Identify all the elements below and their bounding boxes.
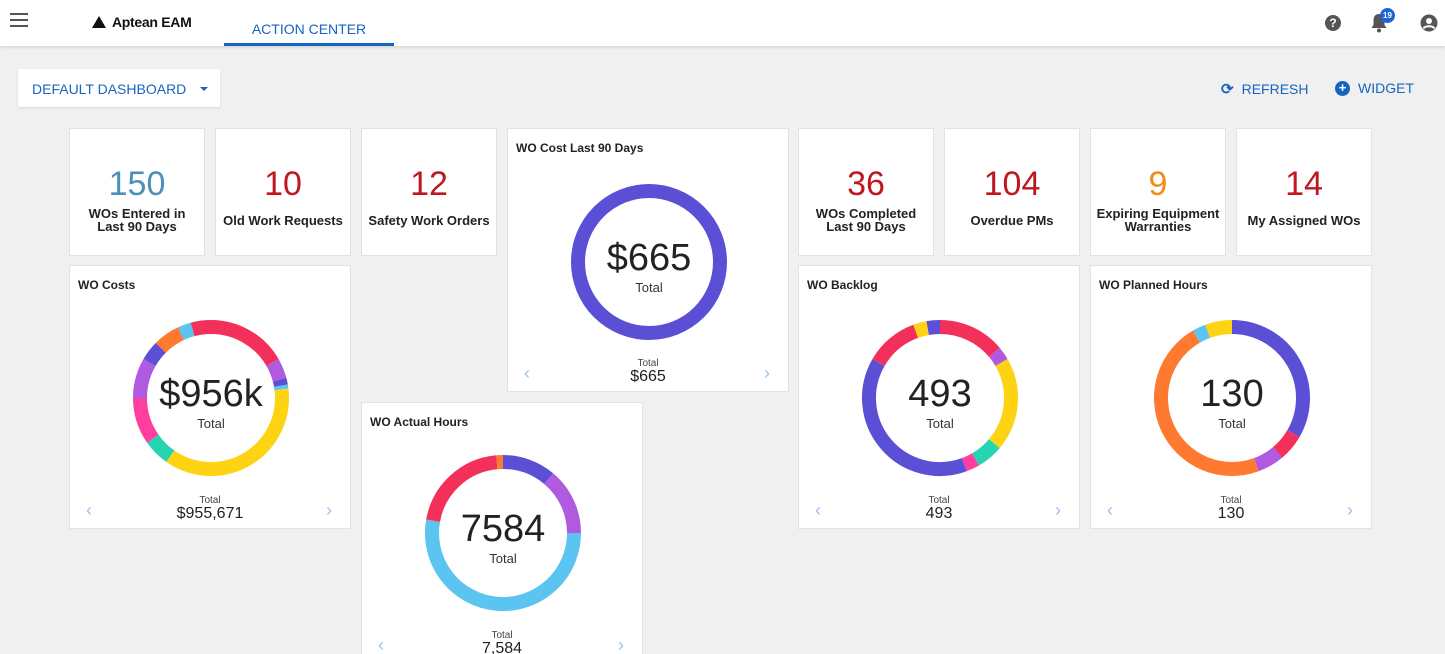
- widget-footer: Total 493: [799, 496, 1079, 522]
- donut-segment: [210, 320, 279, 367]
- widget-footer: Total $665: [508, 359, 788, 385]
- add-widget-label: WIDGET: [1358, 80, 1414, 96]
- widget-wo-costs[interactable]: WO Costs $956k Total ‹ › Total $955,671: [69, 265, 351, 529]
- kpi-value: 36: [847, 165, 885, 203]
- dashboard-selector[interactable]: DEFAULT DASHBOARD: [18, 69, 220, 107]
- footer-value: $665: [630, 368, 666, 385]
- donut-segment: [155, 327, 185, 353]
- donut-segment: [1272, 429, 1300, 458]
- help-icon[interactable]: ?: [1325, 15, 1341, 31]
- tab-action-center[interactable]: ACTION CENTER: [224, 0, 394, 46]
- footer-value: 493: [925, 505, 953, 522]
- donut-total-value: $665: [606, 237, 692, 279]
- donut-total-value: $956k: [159, 373, 263, 415]
- donut-center: 130 Total: [1132, 374, 1332, 431]
- donut-total-value: 130: [1200, 373, 1264, 415]
- donut-segment: [988, 347, 1008, 367]
- caret-down-icon: [200, 87, 208, 91]
- footer-value: 7,584: [481, 640, 523, 654]
- user-icon[interactable]: [1420, 14, 1438, 32]
- donut-segment: [939, 320, 1000, 358]
- footer-value: $955,671: [176, 505, 244, 522]
- kpi-tile[interactable]: 150 WOs Entered in Last 90 Days: [69, 128, 205, 256]
- donut-segment: [1253, 446, 1283, 472]
- refresh-label: REFRESH: [1241, 81, 1309, 97]
- kpi-value: 10: [264, 165, 302, 203]
- widget-wo-planned-hours[interactable]: WO Planned Hours 130 Total ‹ › Total 130: [1090, 265, 1372, 529]
- donut-center: 493 Total: [840, 374, 1040, 431]
- kpi-value: 150: [108, 165, 166, 203]
- donut-segment: [913, 321, 930, 338]
- donut-center: $665 Total: [549, 238, 749, 295]
- donut-segment: [178, 322, 195, 341]
- add-widget-button[interactable]: + WIDGET: [1335, 80, 1414, 96]
- kpi-value: 104: [983, 165, 1041, 203]
- kpi-tile[interactable]: 104 Overdue PMs: [944, 128, 1080, 256]
- donut-total-label: Total: [926, 416, 954, 431]
- widget-title: WO Backlog: [807, 278, 878, 292]
- top-bar: Aptean EAM ACTION CENTER ? 19: [0, 0, 1445, 46]
- widget-title: WO Actual Hours: [370, 415, 469, 429]
- widget-wo-backlog[interactable]: WO Backlog 493 Total ‹ › Total 493: [798, 265, 1080, 529]
- kpi-tile[interactable]: 14 My Assigned WOs: [1236, 128, 1372, 256]
- donut-center: $956k Total: [111, 374, 311, 431]
- aptean-logo-icon: [92, 16, 106, 28]
- dashboard-selector-label: DEFAULT DASHBOARD: [32, 81, 187, 97]
- kpi-label: Expiring Equipment Warranties: [1096, 206, 1220, 234]
- donut-total-value: 493: [908, 373, 972, 415]
- footer-value: 130: [1217, 505, 1245, 522]
- donut-segment: [1193, 324, 1211, 343]
- widget-wo-actual-hours[interactable]: WO Actual Hours 7584 Total ‹ › Total 7,5…: [361, 402, 643, 654]
- kpi-tile[interactable]: 36 WOs Completed Last 90 Days: [798, 128, 934, 256]
- plus-circle-icon: +: [1335, 80, 1350, 96]
- refresh-button[interactable]: ⟳ REFRESH: [1221, 80, 1308, 98]
- donut-total-label: Total: [197, 416, 225, 431]
- donut-segment: [190, 320, 212, 337]
- kpi-value: 12: [410, 165, 448, 203]
- donut-segment: [143, 342, 166, 367]
- donut-segment: [926, 320, 941, 335]
- kpi-label: My Assigned WOs: [1247, 213, 1361, 228]
- donut-total-label: Total: [489, 551, 517, 566]
- kpi-tile[interactable]: 9 Expiring Equipment Warranties: [1090, 128, 1226, 256]
- donut-total-label: Total: [635, 280, 663, 295]
- donut-center: 7584 Total: [403, 509, 603, 566]
- widget-title: WO Costs: [78, 278, 136, 292]
- brand-logo: Aptean EAM: [92, 14, 192, 30]
- widget-footer: Total 7,584: [362, 631, 642, 654]
- donut-segment: [147, 434, 175, 462]
- kpi-label: Old Work Requests: [223, 213, 343, 228]
- donut-total-value: 7584: [460, 508, 546, 550]
- donut-segment: [971, 438, 1000, 466]
- widget-footer: Total $955,671: [70, 496, 350, 522]
- refresh-icon: ⟳: [1221, 81, 1234, 98]
- widget-wo-cost-90-days[interactable]: WO Cost Last 90 Days $665 Total ‹ › Tota…: [507, 128, 789, 392]
- widget-title: WO Cost Last 90 Days: [516, 141, 644, 155]
- kpi-tile[interactable]: 12 Safety Work Orders: [361, 128, 497, 256]
- widget-title: WO Planned Hours: [1099, 278, 1208, 292]
- kpi-label: Overdue PMs: [970, 213, 1054, 228]
- menu-icon[interactable]: [10, 13, 28, 27]
- brand-name: Aptean EAM: [112, 14, 192, 30]
- notification-badge: 19: [1380, 8, 1395, 23]
- kpi-value: 14: [1285, 165, 1323, 203]
- donut-segment: [1205, 320, 1233, 338]
- donut-segment: [502, 455, 554, 485]
- kpi-label: WOs Completed Last 90 Days: [815, 206, 917, 234]
- kpi-tile[interactable]: 10 Old Work Requests: [215, 128, 351, 256]
- kpi-label: Safety Work Orders: [368, 213, 490, 228]
- donut-segment: [872, 324, 919, 367]
- donut-total-label: Total: [1218, 416, 1246, 431]
- kpi-value: 9: [1148, 165, 1168, 203]
- kpi-label: WOs Entered in Last 90 Days: [88, 206, 186, 234]
- widget-footer: Total 130: [1091, 496, 1371, 522]
- donut-segment: [961, 453, 979, 472]
